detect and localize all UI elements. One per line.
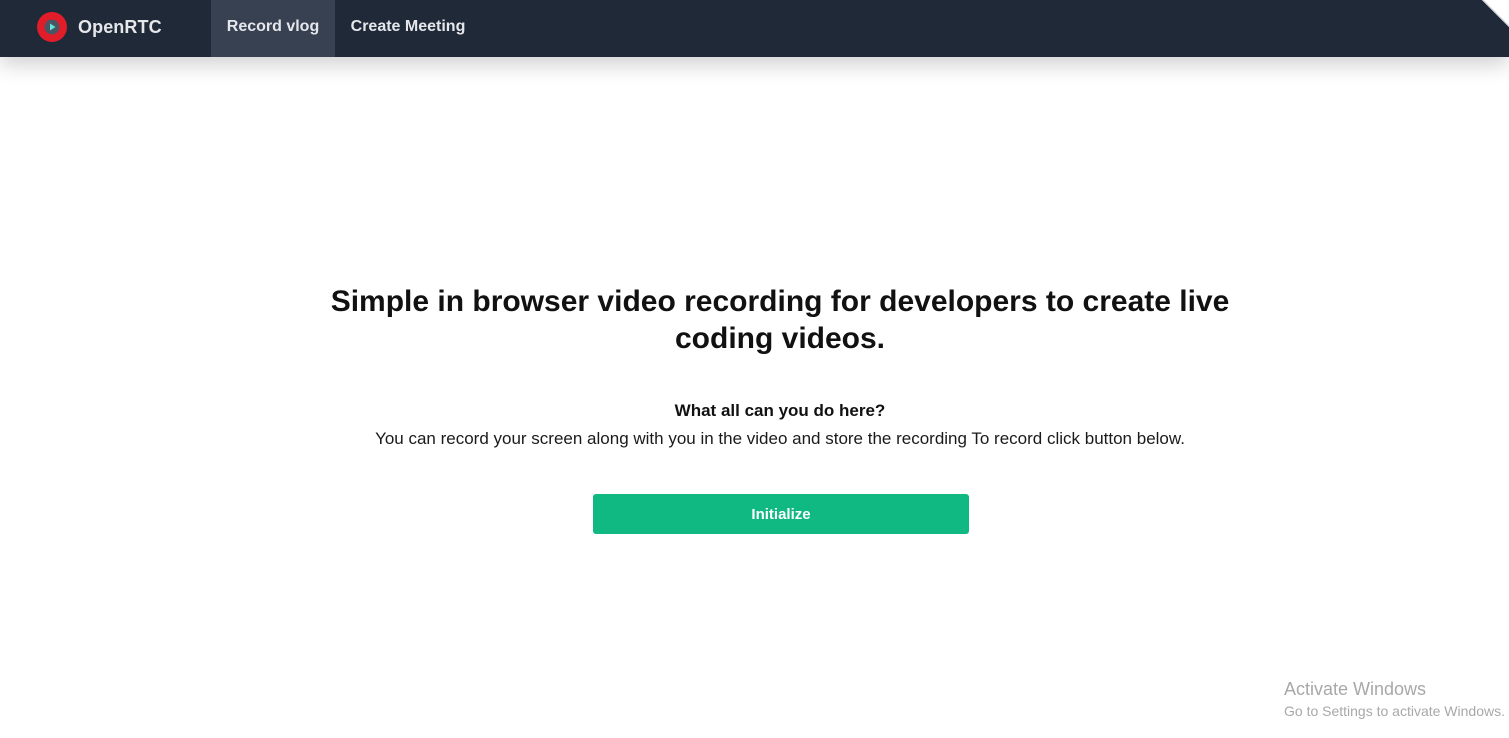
nav-create-meeting[interactable]: Create Meeting <box>335 0 481 57</box>
main-content: Simple in browser video recording for de… <box>0 57 1509 738</box>
features-heading: What all can you do here? <box>674 401 886 420</box>
page-headline: Simple in browser video recording for de… <box>330 285 1230 355</box>
initialize-button[interactable]: Initialize <box>593 494 969 534</box>
watermark-subtitle: Go to Settings to activate Windows. <box>1284 703 1505 719</box>
nav-record-vlog[interactable]: Record vlog <box>211 0 335 57</box>
page-corner-decoration <box>1475 0 1509 57</box>
brand-name: OpenRTC <box>78 16 162 37</box>
watermark-title: Activate Windows <box>1284 679 1427 699</box>
brand-link[interactable]: OpenRTC <box>36 11 162 43</box>
play-circle-icon <box>37 12 67 42</box>
features-description: You can record your screen along with yo… <box>375 429 1185 448</box>
top-navbar: OpenRTC Record vlog Create Meeting <box>0 0 1509 57</box>
activate-windows-watermark: Activate Windows Go to Settings to activ… <box>1284 678 1509 722</box>
